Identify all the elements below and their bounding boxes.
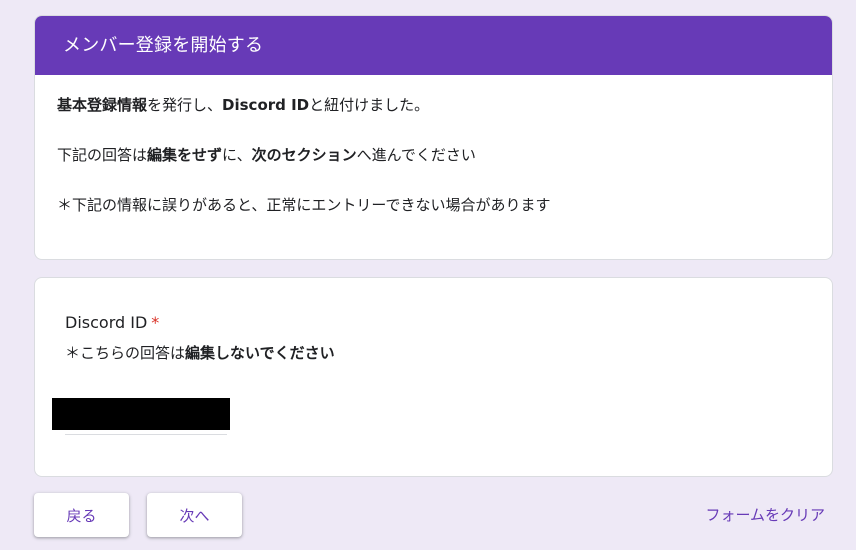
description-line-3: ＊下記の情報に誤りがあると、正常にエントリーできない場合があります	[57, 196, 551, 214]
description-bold-text: Discord ID	[222, 96, 310, 114]
required-asterisk: *	[151, 313, 160, 332]
description-text: と紐付けました。	[309, 96, 430, 114]
help-bold-text: 編集しないでください	[185, 344, 335, 362]
description-text: 下記の回答は	[57, 146, 148, 164]
next-button[interactable]: 次へ	[147, 493, 242, 537]
back-button[interactable]: 戻る	[34, 493, 129, 537]
description-line-2: 下記の回答は編集をせずに、次のセクションへ進んでください	[57, 145, 810, 165]
redaction-box	[52, 398, 230, 430]
description-bold-text: 編集をせず	[147, 146, 223, 164]
description-bold-text: 基本登録情報	[57, 96, 148, 114]
section-title: メンバー登録を開始する	[35, 16, 832, 75]
section-header-card: メンバー登録を開始する 基本登録情報を発行し、Discord IDと紐付けました…	[34, 15, 833, 260]
help-text: ＊こちらの回答は	[65, 344, 186, 362]
question-title: Discord ID *	[65, 312, 159, 334]
description-bold-text: 次のセクション	[251, 146, 357, 164]
clear-form-link[interactable]: フォームをクリア	[705, 503, 825, 527]
section-description: 基本登録情報を発行し、Discord IDと紐付けました。 下記の回答は編集をせ…	[35, 75, 832, 215]
description-text: を発行し、	[147, 96, 223, 114]
description-text: に、	[222, 146, 252, 164]
question-help-text: ＊こちらの回答は編集しないでください	[65, 342, 335, 364]
description-line-1: 基本登録情報を発行し、Discord IDと紐付けました。	[57, 95, 810, 115]
description-text: へ進んでください	[356, 146, 476, 164]
question-title-text: Discord ID	[65, 313, 148, 332]
discord-id-question-card: Discord ID * ＊こちらの回答は編集しないでください	[34, 277, 833, 477]
